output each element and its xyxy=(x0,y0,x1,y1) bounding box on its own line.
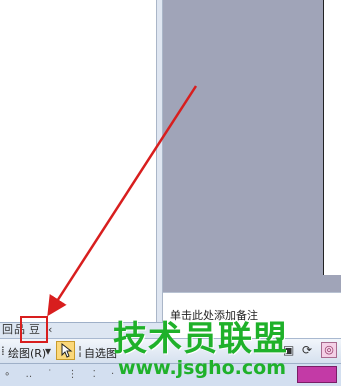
slide-workspace[interactable] xyxy=(163,0,341,292)
draw-menu-button[interactable]: 绘图(R) xyxy=(8,345,46,361)
pane-splitter[interactable] xyxy=(156,0,163,322)
separator-icon: ¦ xyxy=(78,344,83,358)
formatting-dots-icon: ∘ ‥ ˙ ⋮ ⁚ · xyxy=(4,369,121,380)
rotate-icon[interactable]: ⟳ xyxy=(302,343,312,357)
select-objects-button[interactable] xyxy=(56,341,75,360)
toolbar-grip-icon: ⁞ xyxy=(1,344,5,358)
clipart-icon[interactable]: ◎ xyxy=(321,342,337,358)
draw-dropdown-icon[interactable]: ▾ xyxy=(45,344,51,358)
normal-view-icon[interactable]: 回 xyxy=(2,324,13,336)
watermark-url: www.jsgho.com xyxy=(118,357,286,379)
slide-page-edge xyxy=(323,0,341,275)
scroll-left-icon[interactable]: ‹ xyxy=(48,324,52,336)
arrow-cursor-icon xyxy=(61,342,73,358)
outline-pane[interactable] xyxy=(0,0,156,322)
watermark-title: 技术员联盟 xyxy=(113,319,288,359)
status-indicator xyxy=(297,366,337,383)
highlight-box xyxy=(20,316,48,343)
